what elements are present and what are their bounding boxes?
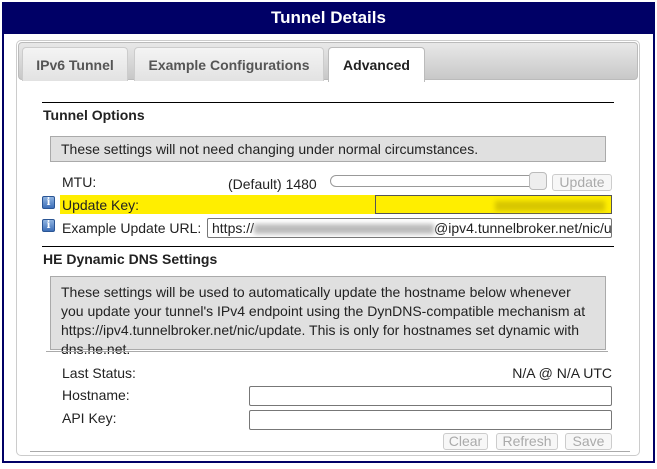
- divider: [30, 451, 630, 452]
- refresh-button[interactable]: Refresh: [496, 433, 558, 450]
- mtu-value: (Default) 1480: [228, 176, 317, 192]
- mtu-slider-handle[interactable]: [529, 172, 547, 190]
- example-url-input[interactable]: https:// @ipv4.tunnelbroker.net/nic/u: [207, 218, 612, 238]
- api-key-input[interactable]: [249, 410, 612, 430]
- hostname-input[interactable]: [249, 386, 612, 406]
- dns-note: These settings will be used to automatic…: [50, 276, 606, 357]
- divider: [46, 351, 608, 352]
- last-status-value: N/A @ N/A UTC: [512, 365, 612, 381]
- update-key-input[interactable]: [375, 195, 612, 214]
- redacted-credentials: [254, 224, 435, 235]
- tunnel-options-note: These settings will not need changing un…: [50, 136, 606, 162]
- api-key-label: API Key:: [62, 410, 117, 426]
- divider: [42, 102, 614, 103]
- info-icon[interactable]: i: [42, 196, 55, 209]
- tab-advanced[interactable]: Advanced: [328, 47, 425, 82]
- update-button[interactable]: Update: [552, 174, 612, 191]
- url-suffix: @ipv4.tunnelbroker.net/nic/u: [434, 220, 612, 236]
- tunnel-options-heading: Tunnel Options: [43, 107, 145, 123]
- dns-heading: HE Dynamic DNS Settings: [43, 251, 218, 267]
- divider: [42, 246, 614, 247]
- save-button[interactable]: Save: [565, 433, 612, 450]
- update-key-label: Update Key:: [62, 197, 140, 213]
- dialog-title: Tunnel Details: [2, 2, 655, 34]
- tab-ipv6-tunnel[interactable]: IPv6 Tunnel: [22, 47, 128, 81]
- hostname-label: Hostname:: [62, 387, 130, 403]
- tab-example-configurations[interactable]: Example Configurations: [134, 47, 324, 81]
- clear-button[interactable]: Clear: [443, 433, 488, 450]
- info-icon[interactable]: i: [42, 219, 55, 232]
- last-status-label: Last Status:: [62, 365, 136, 381]
- url-prefix: https://: [212, 220, 255, 236]
- mtu-label: MTU:: [62, 174, 97, 190]
- mtu-slider[interactable]: [330, 175, 547, 187]
- example-url-label: Example Update URL:: [62, 220, 202, 236]
